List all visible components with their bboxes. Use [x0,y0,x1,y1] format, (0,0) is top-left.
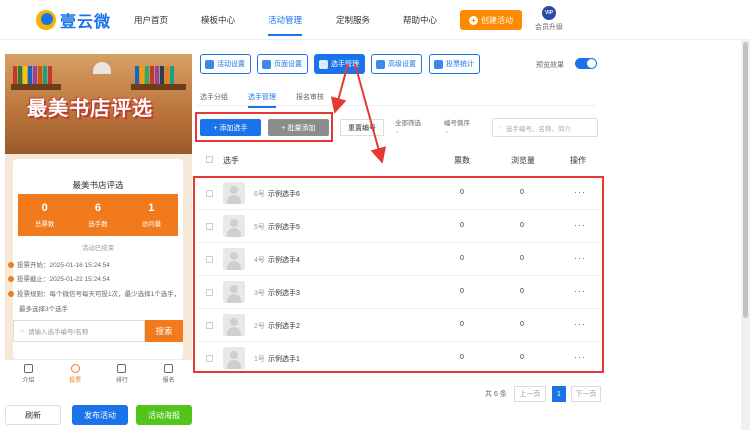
page-scrollbar[interactable] [741,40,750,430]
prev-page-button[interactable]: 上一页 [514,386,546,402]
pagination-total: 共 6 条 [485,391,507,398]
arrow-to-add-buttons [330,63,349,114]
arrow-to-player-list [354,63,387,164]
annotation-arrows [330,63,387,164]
page-1-button[interactable]: 1 [552,386,566,402]
next-page-button[interactable]: 下一页 [571,386,601,402]
scrollbar-thumb[interactable] [743,42,748,318]
